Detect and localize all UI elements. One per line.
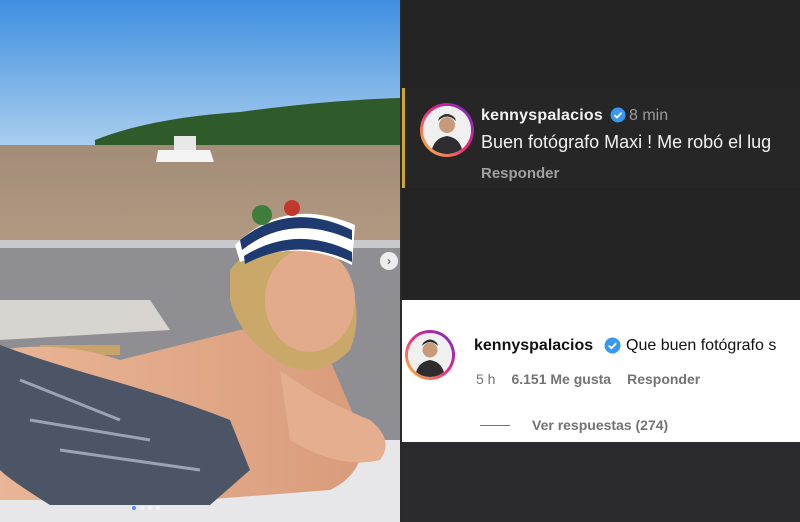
- carousel-next-icon[interactable]: ›: [380, 252, 398, 270]
- avatar-image: [408, 333, 452, 377]
- carousel-indicator: [132, 506, 160, 510]
- avatar[interactable]: [405, 330, 455, 380]
- carousel-dot: [132, 506, 136, 510]
- reply-button[interactable]: Responder: [627, 371, 700, 387]
- comment-meta: 5 h 6.151 Me gusta Responder: [476, 371, 700, 387]
- bottom-panel: [402, 442, 800, 522]
- avatar[interactable]: [420, 103, 474, 157]
- verified-badge-icon: [604, 337, 621, 354]
- post-photo[interactable]: ›: [0, 0, 400, 522]
- carousel-dot: [156, 506, 160, 510]
- comment-time: 8 min: [629, 107, 669, 124]
- comment-time: 5 h: [476, 371, 496, 387]
- view-replies-button[interactable]: Ver respuestas (274): [532, 417, 668, 433]
- reply-button[interactable]: Responder: [481, 165, 559, 182]
- dark-comment-panel: kennyspalacios 8 min Buen fotógrafo Maxi…: [402, 0, 800, 300]
- replies-divider: [480, 425, 510, 426]
- comment-text: Que buen fotógrafo s: [626, 337, 777, 354]
- comment-username[interactable]: kennyspalacios: [481, 107, 603, 125]
- comment-username[interactable]: kennyspalacios: [474, 337, 593, 355]
- light-comment-panel: kennyspalacios Que buen fotógrafo s 5 h …: [402, 300, 800, 442]
- carousel-dot: [148, 506, 152, 510]
- comment-text: Buen fotógrafo Maxi ! Me robó el lug: [481, 132, 772, 152]
- post-image: [0, 0, 400, 522]
- verified-badge-icon: [610, 107, 626, 123]
- carousel-dot: [140, 506, 144, 510]
- like-count[interactable]: 6.151 Me gusta: [511, 371, 611, 387]
- avatar-image: [423, 106, 471, 154]
- comment-item: kennyspalacios 8 min Buen fotógrafo Maxi…: [402, 88, 800, 188]
